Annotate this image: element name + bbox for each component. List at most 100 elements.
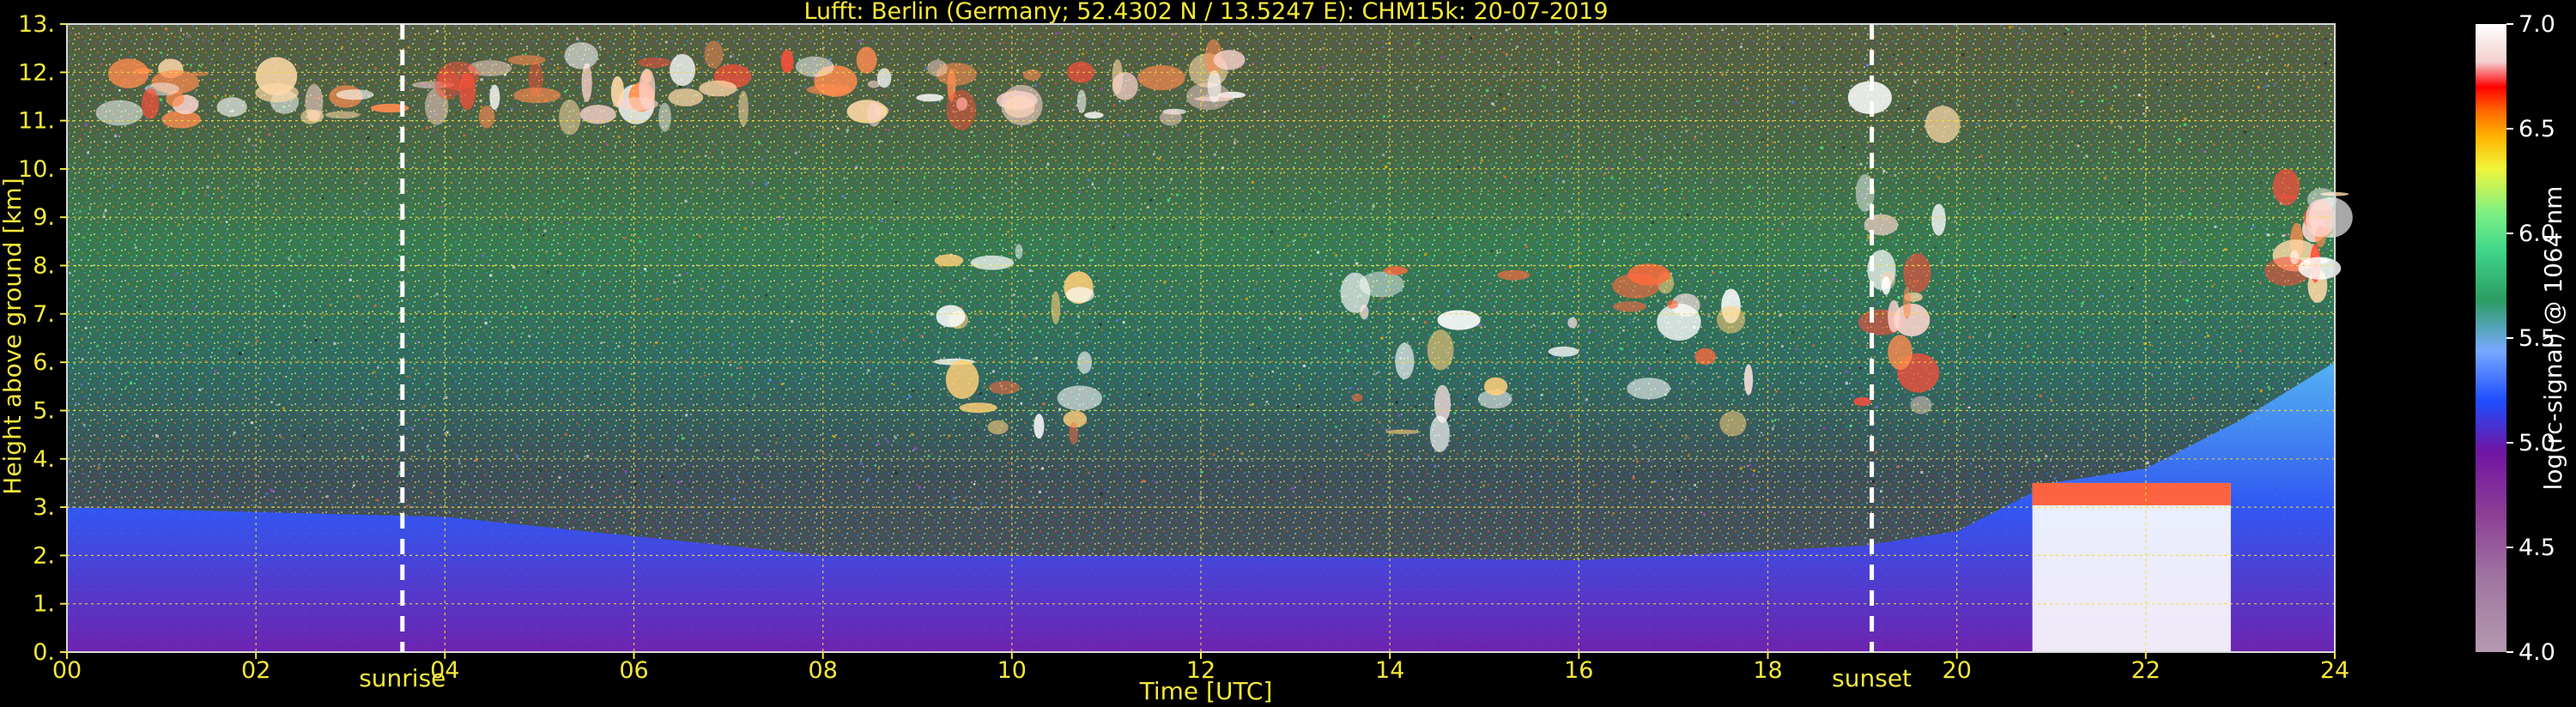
noise-speckle: [929, 441, 930, 443]
noise-speckle: [2258, 56, 2261, 58]
noise-speckle: [221, 96, 224, 99]
noise-speckle: [2151, 350, 2155, 354]
noise-speckle: [469, 388, 471, 390]
noise-speckle: [1175, 193, 1179, 196]
noise-speckle: [1781, 225, 1783, 227]
noise-speckle: [1418, 287, 1421, 290]
cloud-patch: [559, 100, 581, 136]
noise-speckle: [1560, 288, 1563, 292]
noise-speckle: [1777, 46, 1780, 50]
noise-speckle: [1622, 329, 1625, 332]
noise-speckle: [154, 420, 157, 423]
noise-speckle: [1845, 370, 1848, 373]
noise-speckle: [1954, 220, 1957, 223]
cloud-patch: [1084, 112, 1104, 119]
cloud-patch: [795, 56, 834, 77]
noise-speckle: [1200, 429, 1202, 431]
noise-speckle: [498, 146, 500, 148]
noise-speckle: [1226, 447, 1229, 450]
noise-speckle: [2110, 30, 2112, 32]
noise-speckle: [1219, 122, 1221, 124]
noise-speckle: [1068, 128, 1070, 130]
noise-speckle: [1361, 408, 1364, 410]
noise-speckle: [365, 186, 367, 188]
noise-speckle: [1710, 178, 1713, 182]
noise-speckle: [132, 324, 134, 327]
chart-title: Lufft: Berlin (Germany; 52.4302 N / 13.5…: [803, 0, 1608, 25]
noise-speckle: [1321, 500, 1323, 503]
noise-speckle: [470, 347, 473, 351]
noise-speckle: [1549, 429, 1552, 432]
noise-speckle: [2050, 145, 2052, 147]
noise-speckle: [1839, 450, 1842, 453]
noise-speckle: [1573, 441, 1575, 444]
noise-speckle: [1241, 204, 1245, 208]
noise-speckle: [1967, 378, 1970, 381]
noise-speckle: [404, 427, 408, 431]
noise-speckle: [285, 376, 288, 378]
noise-speckle: [463, 482, 466, 486]
noise-speckle: [2180, 215, 2183, 217]
noise-speckle: [742, 481, 744, 485]
noise-speckle: [1826, 444, 1827, 446]
cloud-patch: [95, 100, 143, 126]
noise-speckle: [1543, 86, 1546, 89]
noise-speckle: [605, 432, 608, 434]
noise-speckle: [1746, 87, 1749, 90]
cloud-patch: [1427, 329, 1454, 371]
noise-speckle: [288, 413, 291, 415]
noise-speckle: [1233, 142, 1236, 145]
noise-speckle: [70, 71, 72, 74]
noise-speckle: [2270, 363, 2272, 366]
noise-speckle: [991, 196, 994, 198]
noise-speckle: [908, 396, 912, 399]
noise-speckle: [503, 316, 506, 319]
noise-speckle: [1732, 399, 1736, 402]
x-tick-label: 14: [1375, 657, 1404, 684]
noise-speckle: [1118, 100, 1121, 102]
noise-speckle: [1772, 141, 1774, 144]
noise-speckle: [579, 233, 581, 235]
noise-speckle: [242, 472, 244, 474]
noise-speckle: [1079, 254, 1082, 257]
noise-speckle: [733, 498, 736, 501]
noise-speckle: [2119, 125, 2123, 130]
cloud-patch: [1882, 276, 1891, 295]
noise-speckle: [1062, 507, 1064, 510]
noise-speckle: [1336, 147, 1339, 149]
noise-speckle: [255, 339, 259, 342]
noise-speckle: [1781, 46, 1785, 50]
noise-speckle: [1868, 511, 1870, 514]
noise-speckle: [806, 422, 808, 424]
noise-speckle: [2137, 200, 2139, 202]
noise-speckle: [537, 467, 541, 470]
noise-speckle: [461, 331, 463, 333]
noise-speckle: [1335, 254, 1337, 257]
noise-speckle: [338, 58, 342, 62]
noise-speckle: [1748, 463, 1751, 467]
noise-speckle: [1865, 63, 1870, 67]
noise-speckle: [866, 478, 870, 481]
cloud-patch: [1429, 415, 1450, 453]
noise-speckle: [729, 364, 732, 366]
cloud-patch: [300, 109, 320, 124]
noise-speckle: [758, 142, 761, 145]
noise-speckle: [451, 373, 453, 376]
noise-speckle: [1603, 110, 1604, 112]
noise-speckle: [391, 322, 393, 324]
x-tick-label: 10: [997, 657, 1027, 684]
noise-speckle: [2138, 235, 2141, 239]
noise-speckle: [837, 279, 840, 282]
noise-speckle: [1110, 122, 1112, 124]
noise-speckle: [878, 88, 881, 90]
noise-speckle: [2314, 347, 2316, 349]
noise-speckle: [260, 39, 262, 42]
noise-speckle: [1896, 465, 1899, 468]
noise-speckle: [106, 414, 108, 417]
noise-speckle: [785, 229, 788, 232]
noise-speckle: [1855, 152, 1857, 154]
noise-speckle: [2093, 123, 2095, 125]
noise-speckle: [1673, 147, 1676, 149]
noise-speckle: [765, 182, 768, 185]
noise-speckle: [136, 445, 140, 449]
